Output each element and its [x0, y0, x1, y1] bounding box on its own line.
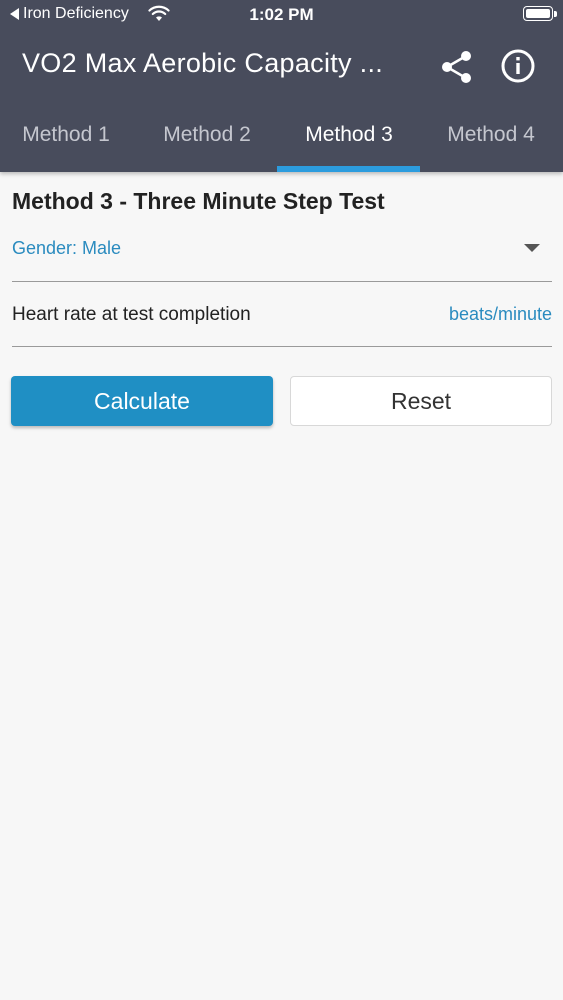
- heart-rate-unit: beats/minute: [448, 304, 552, 324]
- calculate-button[interactable]: Calculate: [11, 376, 273, 426]
- tab-method-4[interactable]: Method 4: [421, 104, 561, 172]
- heart-rate-field[interactable]: Heart rate at test completion beats/minu…: [12, 282, 552, 347]
- tab-method-2[interactable]: Method 2: [137, 104, 277, 172]
- share-icon[interactable]: [438, 48, 476, 86]
- dropdown-arrow-icon: [524, 244, 540, 252]
- gender-dropdown[interactable]: Gender: Male: [12, 230, 552, 282]
- page-title: Method 3 - Three Minute Step Test: [12, 188, 385, 214]
- app-title: VO2 Max Aerobic Capacity ...: [22, 48, 384, 78]
- status-bar: Iron Deficiency 1:02 PM: [0, 0, 563, 30]
- tab-method-1[interactable]: Method 1: [0, 104, 136, 172]
- tab-method-3[interactable]: Method 3: [279, 104, 419, 172]
- battery-icon: [523, 6, 557, 21]
- top-app-bar: Iron Deficiency 1:02 PM VO2 Max Aerobic …: [0, 0, 563, 172]
- active-tab-indicator: [277, 166, 420, 172]
- gender-selected-value: Gender: Male: [12, 238, 122, 258]
- reset-button[interactable]: Reset: [290, 376, 552, 426]
- info-icon[interactable]: [498, 46, 538, 86]
- status-time: 1:02 PM: [249, 5, 314, 24]
- method-tabs: Method 1 Method 2 Method 3 Method 4: [0, 104, 563, 172]
- heart-rate-label: Heart rate at test completion: [12, 304, 251, 325]
